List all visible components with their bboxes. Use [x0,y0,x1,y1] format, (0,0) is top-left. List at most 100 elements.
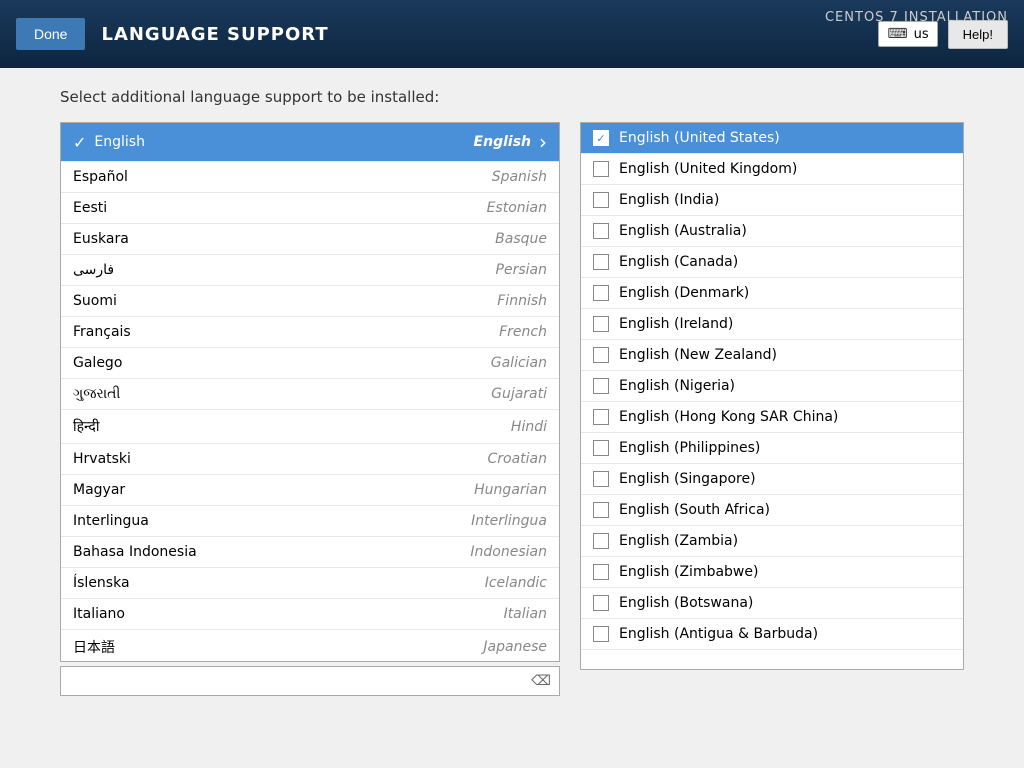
search-box[interactable]: ⌫ [60,666,560,696]
locale-list[interactable]: ✓ English (United States) English (United … [580,122,964,670]
app-title: CENTOS 7 INSTALLATION [825,10,1008,25]
locale-label: English (Nigeria) [619,378,735,394]
header-left: Done LANGUAGE SUPPORT [16,18,329,50]
locale-item[interactable]: English (Philippines) [581,433,963,464]
locale-checkbox [593,595,609,611]
locale-label: English (Australia) [619,223,747,239]
locale-item[interactable]: English (Botswana) [581,588,963,619]
locale-item[interactable]: English (Hong Kong SAR China) [581,402,963,433]
locale-checkbox [593,223,609,239]
language-item[interactable]: فارسیPersian [61,255,559,286]
locale-checkbox: ✓ [593,130,609,146]
keyboard-icon: ⌨ [887,26,907,42]
locale-checkbox [593,347,609,363]
locale-checkbox [593,378,609,394]
page-title: LANGUAGE SUPPORT [101,24,328,45]
language-native-name: ગુજરાતી [73,386,120,402]
locale-label: English (Canada) [619,254,738,270]
locale-item[interactable]: English (Nigeria) [581,371,963,402]
language-item[interactable]: ગુજરાતી Gujarati [61,379,559,410]
language-native-name: ✓English [73,133,145,152]
language-native-name: Bahasa Indonesia [73,544,197,560]
language-native-name: Magyar [73,482,125,498]
locale-label: English (United States) [619,130,780,146]
language-english-name: Interlingua [471,513,547,529]
locale-item[interactable]: English (New Zealand) [581,340,963,371]
locale-checkbox [593,192,609,208]
locale-label: English (Zimbabwe) [619,564,758,580]
language-native-name: Eesti [73,200,107,216]
language-item[interactable]: ✓EnglishEnglish› [61,123,559,162]
search-input[interactable] [69,671,531,691]
language-native-name: Íslenska [73,575,130,591]
locale-item[interactable]: English (Singapore) [581,464,963,495]
language-english-name: Finnish [497,293,547,309]
done-button[interactable]: Done [16,18,85,50]
language-item[interactable]: Interlingua Interlingua [61,506,559,537]
locale-label: English (Zambia) [619,533,738,549]
language-english-name: Hindi [511,419,547,435]
header-right: CENTOS 7 INSTALLATION ⌨ us Help! [878,20,1008,49]
language-item[interactable]: GalegoGalician [61,348,559,379]
language-native-name: Français [73,324,131,340]
checkbox-check-icon: ✓ [596,132,605,145]
language-item[interactable]: EestiEstonian [61,193,559,224]
locale-label: English (Singapore) [619,471,756,487]
locale-checkbox [593,161,609,177]
locale-label: English (Botswana) [619,595,753,611]
locale-label: English (Hong Kong SAR China) [619,409,838,425]
language-item[interactable]: EuskaraBasque [61,224,559,255]
locale-item[interactable]: English (Zambia) [581,526,963,557]
language-item[interactable]: Íslenska Icelandic [61,568,559,599]
language-english-name: Icelandic [485,575,547,591]
locale-checkbox [593,502,609,518]
language-native-name: Hrvatski [73,451,131,467]
locale-label: English (Denmark) [619,285,749,301]
language-english-name: English [474,134,531,150]
language-english-name: Gujarati [491,386,547,402]
language-english-name: Croatian [487,451,547,467]
locale-item[interactable]: English (Zimbabwe) [581,557,963,588]
locale-item[interactable]: English (Australia) [581,216,963,247]
language-english-name: Basque [495,231,547,247]
language-item[interactable]: Español Spanish [61,162,559,193]
clear-icon[interactable]: ⌫ [531,673,551,689]
locale-checkbox [593,471,609,487]
locale-item[interactable]: English (Denmark) [581,278,963,309]
language-native-name: Español [73,169,128,185]
locale-item[interactable]: English (India) [581,185,963,216]
language-list[interactable]: ✓EnglishEnglish›EspañolSpanishEestiEston… [60,122,560,662]
locale-label: English (New Zealand) [619,347,777,363]
language-item[interactable]: 日本語Japanese [61,630,559,662]
locale-label: English (Ireland) [619,316,733,332]
language-english-name: Italian [504,606,547,622]
language-english-name: Indonesian [470,544,547,560]
language-english-name: Spanish [492,169,547,185]
language-list-wrapper: ✓EnglishEnglish›EspañolSpanishEestiEston… [60,122,560,696]
lists-container: ✓EnglishEnglish›EspañolSpanishEestiEston… [60,122,964,696]
locale-checkbox [593,440,609,456]
language-item[interactable]: Hrvatski Croatian [61,444,559,475]
locale-item[interactable]: ✓ English (United States) [581,123,963,154]
locale-checkbox [593,626,609,642]
language-native-name: فارسی [73,262,114,278]
language-item[interactable]: SuomiFinnish [61,286,559,317]
language-item[interactable]: Bahasa Indonesia Indonesian [61,537,559,568]
language-item[interactable]: ItalianoItalian [61,599,559,630]
language-item[interactable]: हिन्दीHindi [61,410,559,444]
header: Done LANGUAGE SUPPORT CENTOS 7 INSTALLAT… [0,0,1024,68]
locale-checkbox [593,564,609,580]
language-item[interactable]: Français French [61,317,559,348]
locale-list-wrapper: ✓ English (United States) English (United … [580,122,964,696]
locale-label: English (India) [619,192,719,208]
locale-item[interactable]: English (Antigua & Barbuda) [581,619,963,650]
locale-item[interactable]: English (South Africa) [581,495,963,526]
locale-label: English (United Kingdom) [619,161,797,177]
locale-item[interactable]: English (Ireland) [581,309,963,340]
language-item[interactable]: MagyarHungarian [61,475,559,506]
language-english-name: French [499,324,547,340]
locale-item[interactable]: English (United Kingdom) [581,154,963,185]
language-english-name: Japanese [483,639,547,655]
language-native-name: Interlingua [73,513,149,529]
locale-item[interactable]: English (Canada) [581,247,963,278]
